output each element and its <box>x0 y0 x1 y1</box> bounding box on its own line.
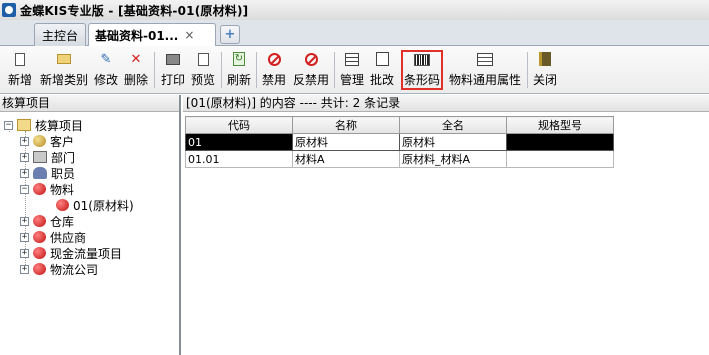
close-button[interactable]: 关闭 <box>532 50 558 90</box>
refresh-icon: ↻ <box>233 52 245 66</box>
expand-icon[interactable]: + <box>20 232 29 242</box>
delete-button[interactable]: ✕ 删除 <box>123 50 149 90</box>
toolbar-separator <box>334 52 335 88</box>
preview-button[interactable]: 预览 <box>190 50 216 90</box>
toolbar-separator <box>154 52 155 88</box>
folder-icon <box>17 119 31 131</box>
expand-icon[interactable]: + <box>20 248 29 258</box>
delete-x-icon: ✕ <box>130 51 142 67</box>
raw-material-icon <box>56 199 69 211</box>
unban-icon <box>302 50 320 68</box>
toolbar-separator <box>256 52 257 88</box>
expand-icon[interactable]: + <box>20 152 29 162</box>
properties-icon <box>476 50 494 68</box>
exit-door-icon <box>536 50 554 68</box>
barcode-button[interactable]: 条形码 <box>401 50 443 90</box>
modify-button[interactable]: ✎ 修改 <box>94 50 118 90</box>
cell-code: 01 <box>185 133 293 151</box>
expand-icon[interactable]: + <box>20 264 29 274</box>
column-header-fullname[interactable]: 全名 <box>399 116 507 134</box>
collapse-icon[interactable]: − <box>4 120 13 130</box>
material-props-button[interactable]: 物料通用属性 <box>447 50 523 90</box>
plus-icon: + <box>224 27 236 42</box>
add-tab-button[interactable]: + <box>220 25 240 44</box>
record-summary: [01(原材料)] 的内容 ---- 共计: 2 条记录 <box>183 95 709 112</box>
tree-node-warehouse[interactable]: + 仓库 <box>20 213 74 229</box>
printer-icon <box>164 50 182 68</box>
tab-label: 主控台 <box>41 28 78 43</box>
cell-spec <box>506 133 614 151</box>
cell-name: 材料A <box>292 150 400 168</box>
tab-bar: 主控台 基础资料-01... × + <box>0 20 709 46</box>
expand-icon[interactable]: + <box>20 216 29 226</box>
column-header-spec[interactable]: 规格型号 <box>506 116 614 134</box>
tree-node-logistics[interactable]: + 物流公司 <box>20 261 98 277</box>
tree-node-cashflow[interactable]: + 现金流量项目 <box>20 245 122 261</box>
employee-icon <box>33 167 47 179</box>
material-icon <box>33 183 46 195</box>
table-row[interactable]: 01 原材料 原材料 <box>185 133 614 151</box>
table-header-row: 代码 名称 全名 规格型号 <box>185 116 614 134</box>
tab-main-console[interactable]: 主控台 <box>34 23 86 46</box>
expand-icon[interactable]: + <box>20 136 29 146</box>
new-button[interactable]: 新增 <box>8 50 32 90</box>
tree-panel: 核算项目 − 核算项目 + 客户 + 部门 + 职员 − 物料 01(原材料) … <box>0 95 181 355</box>
tree-node-root[interactable]: − 核算项目 <box>4 117 83 133</box>
tree-node-customer[interactable]: + 客户 <box>20 133 74 149</box>
toolbar-separator <box>221 52 222 88</box>
enable-button[interactable]: 反禁用 <box>292 50 330 90</box>
tab-label: 基础资料-01... <box>95 28 179 43</box>
tab-basic-data[interactable]: 基础资料-01... × <box>88 23 216 46</box>
records-table: 代码 名称 全名 规格型号 01 原材料 原材料 01.01 材料A 原材料_材… <box>185 116 614 168</box>
cell-fullname: 原材料_材料A <box>399 150 507 168</box>
disable-button[interactable]: 禁用 <box>261 50 287 90</box>
ban-icon <box>265 50 283 68</box>
close-icon[interactable]: × <box>184 28 194 42</box>
manage-button[interactable]: 管理 <box>339 50 365 90</box>
tree-node-supplier[interactable]: + 供应商 <box>20 229 86 245</box>
tree-node-department[interactable]: + 部门 <box>20 149 75 165</box>
column-header-name[interactable]: 名称 <box>292 116 400 134</box>
cell-name: 原材料 <box>292 133 400 151</box>
batch-edit-icon <box>373 50 391 68</box>
batch-edit-button[interactable]: 批改 <box>369 50 395 90</box>
barcode-icon <box>413 52 431 68</box>
toolbar-separator <box>527 52 528 88</box>
tree-node-material[interactable]: − 物料 <box>20 181 74 197</box>
new-category-button[interactable]: 新增类别 <box>39 50 89 90</box>
tree-node-raw-material[interactable]: 01(原材料) <box>56 197 134 213</box>
manage-icon <box>343 50 361 68</box>
toolbar: 新增 新增类别 ✎ 修改 ✕ 删除 打印 预览 ↻ 刷新 禁用 反禁用 管理 批… <box>0 46 709 94</box>
title-bar: 金蝶KIS专业版 - [基础资料-01(原材料)] <box>0 0 709 20</box>
cell-fullname: 原材料 <box>399 133 507 151</box>
tree-node-employee[interactable]: + 职员 <box>20 165 75 181</box>
edit-icon: ✎ <box>100 51 112 67</box>
print-button[interactable]: 打印 <box>160 50 186 90</box>
cell-spec <box>506 150 614 168</box>
app-logo-icon <box>2 3 16 17</box>
warehouse-icon <box>33 215 46 227</box>
supplier-icon <box>33 231 46 243</box>
cashflow-icon <box>33 247 46 259</box>
window-title: 金蝶KIS专业版 - [基础资料-01(原材料)] <box>20 3 249 18</box>
cell-code: 01.01 <box>185 150 293 168</box>
folder-icon <box>55 50 73 68</box>
content-panel: [01(原材料)] 的内容 ---- 共计: 2 条记录 代码 名称 全名 规格… <box>183 95 709 355</box>
collapse-icon[interactable]: − <box>20 184 29 194</box>
expand-icon[interactable]: + <box>20 168 29 178</box>
column-header-code[interactable]: 代码 <box>185 116 293 134</box>
logistics-icon <box>33 263 46 275</box>
customer-icon <box>33 135 46 147</box>
tree-panel-header: 核算项目 <box>0 95 179 112</box>
refresh-button[interactable]: ↻ 刷新 <box>226 50 252 90</box>
preview-icon <box>194 50 212 68</box>
table-row[interactable]: 01.01 材料A 原材料_材料A <box>185 150 614 168</box>
new-document-icon <box>11 50 29 68</box>
department-icon <box>33 151 47 163</box>
